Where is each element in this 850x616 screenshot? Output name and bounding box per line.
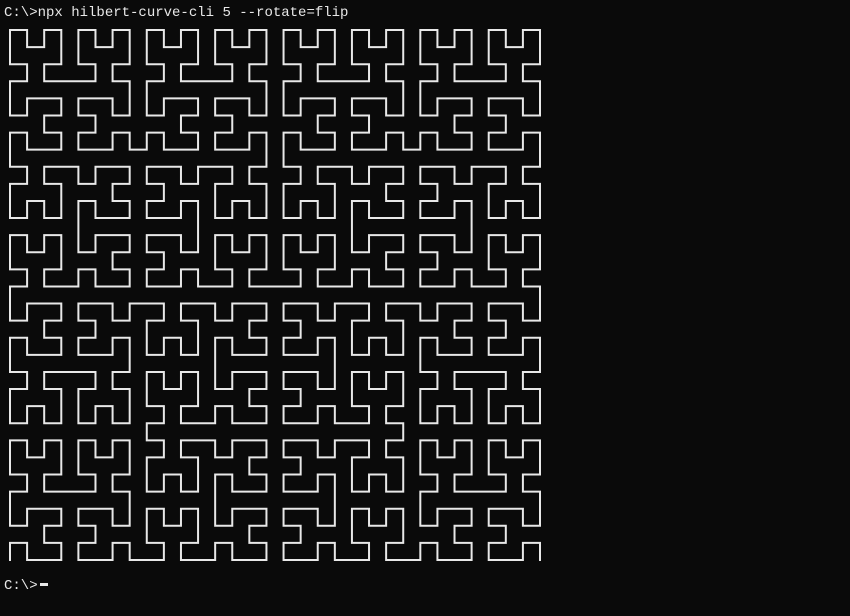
command-line-2[interactable]: C:\> <box>4 577 846 595</box>
hilbert-curve-output <box>8 28 846 567</box>
terminal[interactable]: C:\> npx hilbert-curve-cli 5 --rotate=fl… <box>0 0 850 616</box>
command-line-1: C:\> npx hilbert-curve-cli 5 --rotate=fl… <box>4 4 846 22</box>
prompt-1: C:\> <box>4 5 38 21</box>
hilbert-curve-svg <box>8 28 542 562</box>
cursor-icon <box>40 583 48 586</box>
prompt-2: C:\> <box>4 578 38 594</box>
command-text: npx hilbert-curve-cli 5 --rotate=flip <box>38 5 349 21</box>
